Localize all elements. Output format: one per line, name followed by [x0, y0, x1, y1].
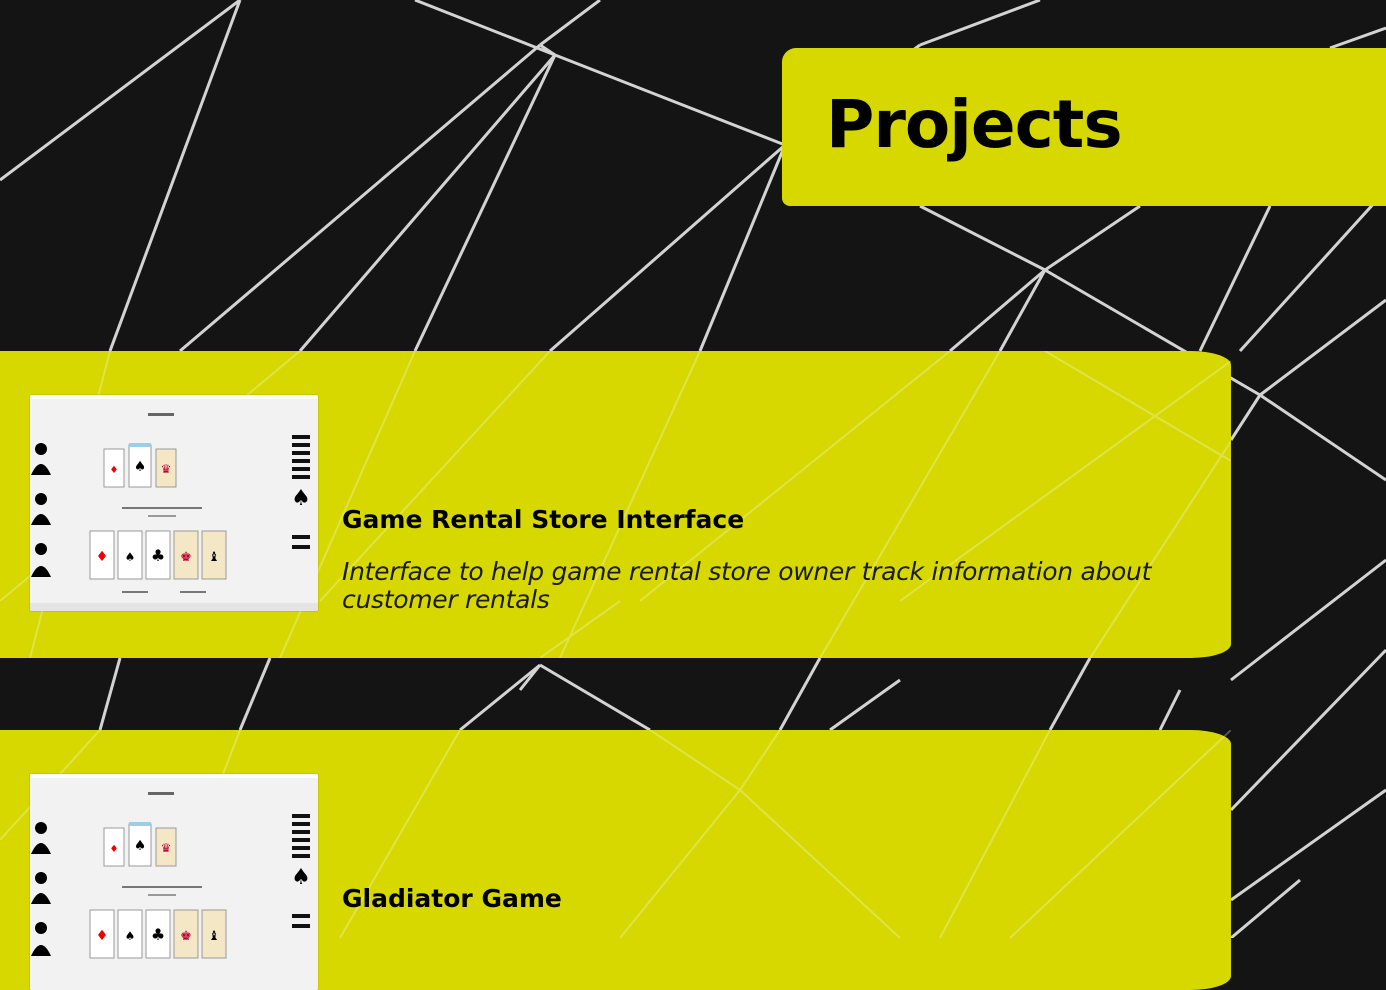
- svg-text:♠: ♠: [134, 838, 147, 854]
- svg-text:♛: ♛: [161, 841, 172, 855]
- project-description: Interface to help game rental store owne…: [342, 557, 1152, 614]
- project-thumbnail[interactable]: ♦ ♠ ♛ ♦ ♠ ♣ ♚ ♝ ♠: [30, 774, 318, 990]
- svg-text:♛: ♛: [161, 462, 172, 476]
- svg-text:♠: ♠: [125, 929, 136, 943]
- page-title-banner: Projects: [782, 48, 1386, 206]
- project-card[interactable]: ♦ ♠ ♛ ♦ ♠ ♣ ♚ ♝ ♠ Gladiator Game: [0, 730, 1231, 990]
- svg-text:♣: ♣: [151, 546, 165, 565]
- svg-text:♠: ♠: [134, 459, 147, 475]
- page-title: Projects: [826, 86, 1123, 163]
- svg-text:♣: ♣: [151, 925, 165, 944]
- svg-text:♚: ♚: [180, 929, 192, 944]
- svg-text:♦: ♦: [96, 549, 109, 565]
- project-title[interactable]: Gladiator Game: [342, 884, 562, 913]
- card-game-screenshot-icon: ♦ ♠ ♛ ♦ ♠ ♣ ♚ ♝ ♠: [30, 395, 318, 611]
- svg-text:♝: ♝: [208, 929, 220, 944]
- svg-text:♦: ♦: [96, 928, 109, 944]
- svg-text:♝: ♝: [208, 550, 220, 565]
- svg-text:♚: ♚: [180, 550, 192, 565]
- project-title[interactable]: Game Rental Store Interface: [342, 505, 744, 534]
- project-thumbnail[interactable]: ♦ ♠ ♛ ♦ ♠ ♣ ♚ ♝ ♠: [30, 395, 318, 611]
- card-game-screenshot-icon: ♦ ♠ ♛ ♦ ♠ ♣ ♚ ♝ ♠: [30, 774, 318, 990]
- svg-text:♦: ♦: [110, 844, 119, 855]
- svg-text:♠: ♠: [291, 865, 311, 890]
- project-card[interactable]: ♦ ♠ ♛ ♦ ♠ ♣ ♚ ♝ ♠ Game Rental Store Inte…: [0, 351, 1231, 658]
- svg-text:♠: ♠: [125, 550, 136, 564]
- svg-text:♠: ♠: [291, 486, 311, 511]
- svg-text:♦: ♦: [110, 465, 119, 476]
